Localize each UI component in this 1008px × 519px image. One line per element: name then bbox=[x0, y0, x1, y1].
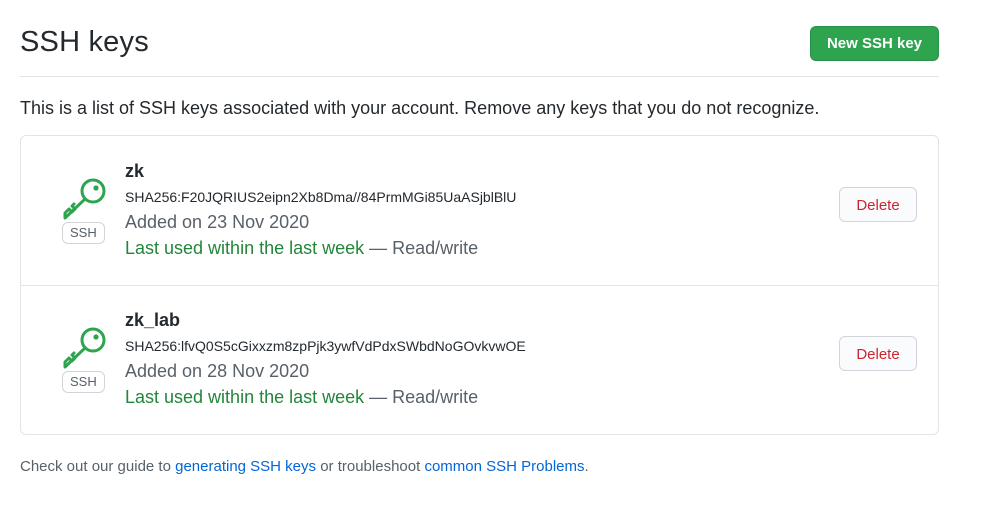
footer-text-suffix: . bbox=[584, 458, 589, 475]
ssh-type-badge: SSH bbox=[62, 371, 105, 393]
key-added-date: Added on 28 Nov 2020 bbox=[125, 361, 310, 381]
new-ssh-key-button[interactable]: New SSH key bbox=[809, 26, 939, 61]
key-access-level: — Read/write bbox=[364, 387, 479, 407]
ssh-keys-settings: SSH keys New SSH key This is a list of S… bbox=[20, 0, 939, 475]
delete-key-button[interactable]: Delete bbox=[839, 336, 917, 371]
intro-text: This is a list of SSH keys associated wi… bbox=[20, 98, 820, 118]
generating-ssh-keys-link[interactable]: generating SSH keys bbox=[175, 458, 316, 475]
key-title: zk_lab bbox=[125, 310, 181, 330]
footer-text-middle: or troubleshoot bbox=[316, 458, 425, 475]
ssh-key-item: SSH zk SHA256:F20JQRIUS2eipn2Xb8Dma//84P… bbox=[21, 136, 938, 286]
delete-key-button[interactable]: Delete bbox=[839, 187, 917, 222]
key-fingerprint: SHA256:lfvQ0S5cGixxzm8zpPjk3ywfVdPdxSWbd… bbox=[125, 338, 526, 354]
ssh-key-list: SSH zk SHA256:F20JQRIUS2eipn2Xb8Dma//84P… bbox=[20, 135, 939, 435]
common-ssh-problems-link[interactable]: common SSH Problems bbox=[424, 458, 584, 475]
key-access-level: — Read/write bbox=[364, 238, 479, 258]
key-title: zk bbox=[125, 161, 145, 181]
key-last-used: Last used within the last week — Read/wr… bbox=[125, 238, 478, 259]
key-added-date: Added on 23 Nov 2020 bbox=[125, 212, 310, 232]
key-last-used: Last used within the last week — Read/wr… bbox=[125, 387, 478, 408]
page-title: SSH keys bbox=[20, 26, 149, 58]
ssh-key-item: SSH zk_lab SHA256:lfvQ0S5cGixxzm8zpPjk3y… bbox=[21, 285, 938, 434]
ssh-type-badge: SSH bbox=[62, 222, 105, 244]
key-fingerprint: SHA256:F20JQRIUS2eipn2Xb8Dma//84PrmMGi85… bbox=[125, 189, 517, 205]
page-header: SSH keys New SSH key bbox=[20, 0, 939, 77]
key-last-used-status: Last used within the last week bbox=[125, 387, 365, 407]
key-icon bbox=[63, 178, 106, 220]
help-footer: Check out our guide to generating SSH ke… bbox=[20, 458, 589, 475]
key-icon bbox=[63, 327, 106, 369]
footer-text-prefix: Check out our guide to bbox=[20, 458, 176, 475]
key-last-used-status: Last used within the last week bbox=[125, 238, 365, 258]
